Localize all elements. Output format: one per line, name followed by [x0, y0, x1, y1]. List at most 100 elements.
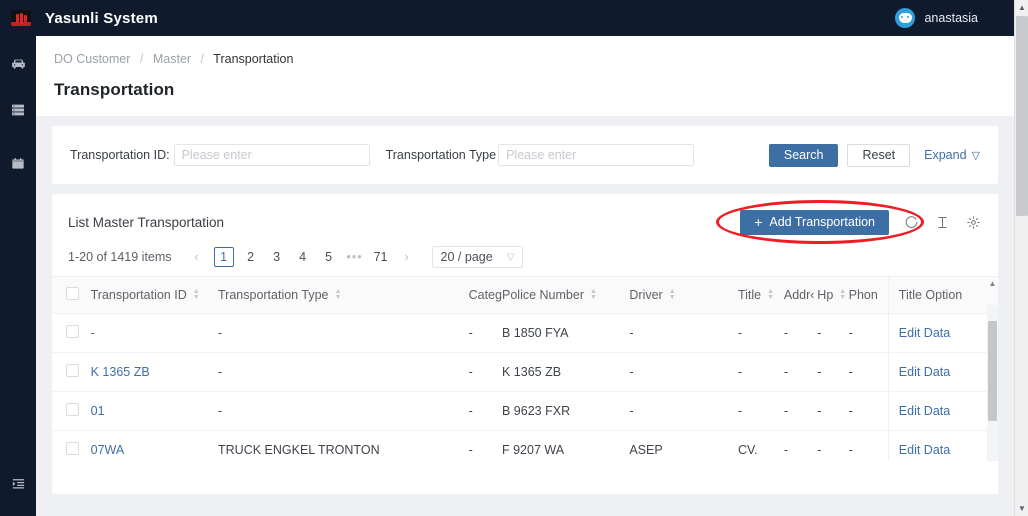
cell-phone: - [848, 391, 889, 431]
sort-icon[interactable]: ▲ ▼ [839, 288, 846, 301]
column-driver[interactable]: Driver ▲ ▼ [629, 276, 738, 314]
table-scrollbar-thumb[interactable] [988, 321, 997, 421]
page-size-select[interactable]: 20 / page ▽ [431, 246, 524, 268]
list-actions: + Add Transportation [716, 199, 982, 244]
sidebar [0, 36, 36, 516]
column-phone[interactable]: Phon [848, 276, 889, 314]
add-transportation-button[interactable]: + Add Transportation [740, 209, 889, 235]
transportation-id-link[interactable]: 01 [91, 404, 105, 418]
gear-icon [967, 215, 980, 229]
table-row[interactable]: - - - B 1850 FYA - - - - - Edit Data [52, 313, 998, 353]
row-checkbox[interactable] [66, 364, 79, 377]
row-select-cell [52, 430, 91, 461]
settings-button[interactable] [965, 214, 982, 231]
cell-transportation-type: - [218, 313, 469, 353]
cell-transportation-type: TRUCK ENGKEL TRONTON [218, 430, 469, 461]
sort-icon[interactable]: ▲ ▼ [590, 288, 597, 301]
page-scrollbar[interactable]: ▲ ▼ [1014, 0, 1028, 516]
cell-phone: - [848, 430, 889, 461]
cell-transportation-id: 07WA [90, 430, 218, 461]
table-scroll-up-arrow[interactable]: ▲ [988, 277, 997, 289]
page-size-label: 20 / page [440, 250, 493, 264]
breadcrumb-item-1[interactable]: Master [153, 52, 191, 66]
transportation-id-link[interactable]: K 1365 ZB [91, 365, 150, 379]
column-category[interactable]: Cateɡ [468, 276, 502, 314]
pagination-page-1[interactable]: 1 [213, 247, 234, 267]
column-label: Driver [629, 288, 663, 302]
row-checkbox[interactable] [66, 325, 79, 338]
column-transportation-type[interactable]: Transportation Type ▲ ▼ [218, 276, 469, 314]
table-row[interactable]: K 1365 ZB - - K 1365 ZB - - - - - Edit D… [52, 352, 998, 392]
yasunli-logo-icon [11, 10, 31, 26]
cell-police-number: K 1365 ZB [502, 352, 630, 392]
sidebar-collapse-toggle[interactable] [0, 464, 36, 502]
edit-data-link[interactable]: Edit Data [899, 326, 950, 340]
row-checkbox[interactable] [66, 442, 79, 455]
pagination-page-5[interactable]: 5 [320, 247, 338, 267]
cell-category: - [468, 430, 502, 461]
scroll-up-arrow[interactable]: ▲ [1015, 0, 1028, 15]
sort-icon[interactable]: ▲ ▼ [334, 288, 341, 301]
column-title[interactable]: Title ▲ ▼ [737, 276, 784, 314]
select-all-checkbox[interactable] [66, 287, 79, 300]
density-button[interactable] [934, 214, 951, 231]
column-hp[interactable]: Hp ▲ ▼ [817, 276, 849, 314]
user-menu[interactable]: anastasia [895, 8, 978, 28]
sort-icon[interactable]: ▲ ▼ [669, 288, 676, 301]
edit-data-link[interactable]: Edit Data [899, 443, 950, 457]
sort-icon[interactable]: ▲ ▼ [767, 288, 774, 301]
transportation-type-label: Transportation Type [385, 148, 497, 162]
row-checkbox[interactable] [66, 403, 79, 416]
menu-fold-icon [12, 478, 24, 488]
filter-field-transportation-type: Transportation Type [385, 144, 695, 166]
search-button[interactable]: Search [768, 143, 839, 167]
sidebar-item-schedule[interactable] [0, 145, 36, 183]
column-address[interactable]: Addr‹ [783, 276, 818, 314]
breadcrumb-separator: / [139, 52, 144, 66]
scroll-down-arrow[interactable]: ▼ [1015, 501, 1028, 516]
breadcrumb-item-0[interactable]: DO Customer [54, 52, 130, 66]
column-police-number[interactable]: Police Number ▲ ▼ [502, 276, 630, 314]
transportation-id-link[interactable]: - [91, 326, 95, 340]
transportation-id-input[interactable] [173, 144, 370, 166]
table-row[interactable]: 01 - - B 9623 FXR - - - - - Edit Data [52, 391, 998, 431]
calendar-icon [12, 158, 24, 169]
chevron-down-icon: ▽ [506, 251, 515, 263]
transportation-table: Transportation ID ▲ ▼ Transportation Type… [52, 276, 998, 461]
pagination-page-last[interactable]: 71 [372, 247, 390, 267]
cell-driver: - [629, 313, 738, 353]
edit-data-link[interactable]: Edit Data [899, 404, 950, 418]
column-label: Title Option [898, 288, 963, 302]
expand-filters-toggle[interactable]: Expand ▽ [924, 148, 980, 162]
filter-field-transportation-id: Transportation ID: [70, 144, 370, 166]
expand-label: Expand [924, 148, 967, 162]
pagination-ellipsis[interactable]: ••• [346, 247, 364, 267]
pagination-page-3[interactable]: 3 [268, 247, 286, 267]
page-scrollbar-thumb[interactable] [1016, 16, 1028, 216]
sort-icon[interactable]: ▲ ▼ [193, 288, 200, 301]
row-select-cell [52, 391, 91, 431]
pagination-page-4[interactable]: 4 [294, 247, 312, 267]
pagination-next[interactable]: › [398, 247, 416, 267]
column-transportation-id[interactable]: Transportation ID ▲ ▼ [90, 276, 218, 314]
reload-button[interactable] [903, 214, 920, 231]
row-select-cell [52, 352, 91, 392]
cell-phone: - [848, 352, 889, 392]
pagination-prev[interactable]: ‹ [188, 247, 206, 267]
brand-title: Yasunli System [45, 9, 158, 27]
reset-button[interactable]: Reset [847, 143, 911, 167]
chevron-down-icon: ▽ [971, 149, 980, 162]
cell-hp: - [817, 313, 849, 353]
table-scrollbar[interactable] [987, 305, 998, 461]
list-server-icon [12, 104, 24, 116]
sidebar-item-vehicle[interactable] [0, 44, 36, 82]
transportation-type-input[interactable] [498, 144, 695, 166]
cell-category: - [468, 313, 502, 353]
table-row[interactable]: 07WA TRUCK ENGKEL TRONTON - F 9207 WA AS… [52, 430, 998, 461]
edit-data-link[interactable]: Edit Data [899, 365, 950, 379]
pagination-page-2[interactable]: 2 [242, 247, 260, 267]
table-body: - - - B 1850 FYA - - - - - Edit Data K 1… [52, 313, 998, 461]
cell-address: - [783, 313, 818, 353]
transportation-id-link[interactable]: 07WA [91, 443, 125, 457]
sidebar-item-master[interactable] [0, 91, 36, 129]
